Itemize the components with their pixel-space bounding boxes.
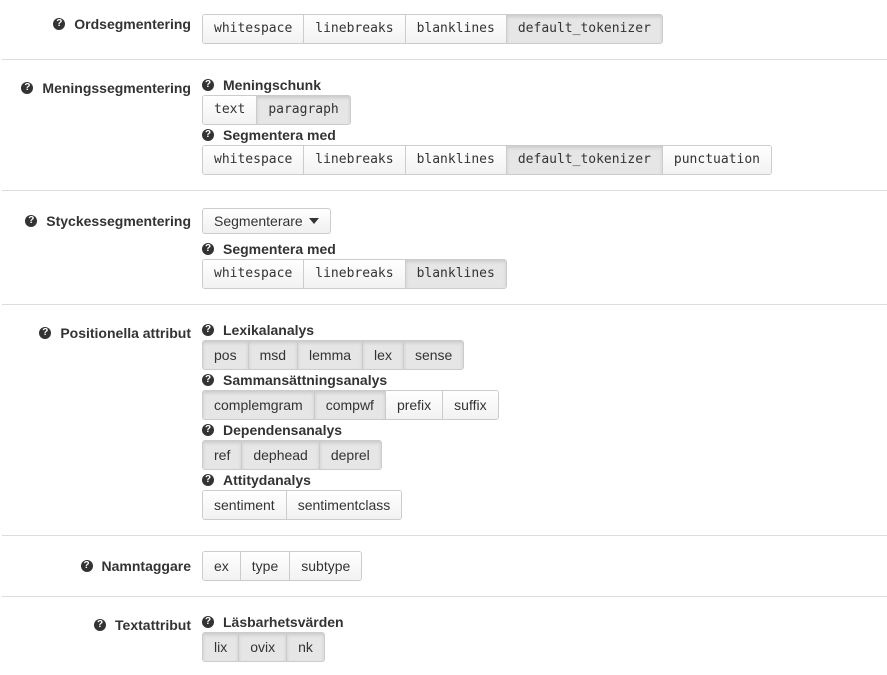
lexikalanalys-buttongroup: pos msd lemma lex sense (202, 340, 465, 370)
toggle-option-sense[interactable]: sense (403, 341, 464, 369)
toggle-option-linebreaks[interactable]: linebreaks (304, 15, 406, 43)
namntaggare-text: Namntaggare (101, 558, 191, 574)
toggle-option-type[interactable]: type (240, 552, 291, 580)
textattribut-text: Textattribut (115, 617, 191, 633)
positionella-attribut-text: Positionella attribut (60, 325, 191, 341)
help-icon[interactable]: ? (202, 324, 214, 336)
attitydanalys-label: ? Attitydanalys (202, 472, 311, 488)
positionella-attribut-label: ? Positionella attribut (39, 325, 191, 341)
toggle-option-paragraph[interactable]: paragraph (257, 96, 350, 124)
dependensanalys-buttongroup: ref dephead deprel (202, 440, 382, 470)
meningssegmentering-label: ? Meningssegmentering (21, 80, 191, 96)
lasbarhetsvarden-text: Läsbarhetsvärden (223, 614, 344, 630)
toggle-option-blanklines[interactable]: blanklines (405, 15, 507, 43)
help-icon[interactable]: ? (21, 82, 34, 94)
toggle-option-ref[interactable]: ref (203, 441, 243, 469)
meningssegmentering-buttongroup: whitespace linebreaks blanklines default_to… (202, 145, 772, 175)
toggle-option-sentimentclass[interactable]: sentimentclass (286, 491, 402, 519)
help-icon[interactable]: ? (25, 215, 38, 227)
help-icon[interactable]: ? (202, 424, 214, 436)
help-icon[interactable]: ? (202, 374, 214, 386)
toggle-option-nk[interactable]: nk (287, 633, 324, 661)
dependensanalys-label: ? Dependensanalys (202, 422, 342, 438)
segmenterare-dropdown[interactable]: Segmenterare (202, 208, 331, 234)
toggle-option-msd[interactable]: msd (248, 341, 299, 369)
meningschunk-text: Meningschunk (223, 77, 322, 93)
toggle-option-whitespace[interactable]: whitespace (203, 260, 305, 288)
segmentera-med-text: Segmentera med (223, 241, 336, 257)
toggle-option-whitespace[interactable]: whitespace (203, 15, 305, 43)
help-icon[interactable]: ? (80, 560, 93, 572)
help-icon[interactable]: ? (202, 129, 214, 141)
help-icon[interactable]: ? (94, 619, 107, 631)
help-icon[interactable]: ? (202, 616, 214, 628)
ordsegmentering-buttongroup: whitespace linebreaks blanklines default_to… (202, 14, 663, 44)
toggle-option-prefix[interactable]: prefix (385, 391, 444, 419)
toggle-option-blanklines[interactable]: blanklines (405, 146, 507, 174)
lasbarhetsvarden-buttongroup: lix ovix nk (202, 632, 325, 662)
help-icon[interactable]: ? (202, 474, 214, 486)
toggle-option-compwf[interactable]: compwf (314, 391, 386, 419)
toggle-option-deprel[interactable]: deprel (319, 441, 381, 469)
lexikalanalys-label: ? Lexikalanalys (202, 322, 314, 338)
toggle-option-ovix[interactable]: ovix (239, 633, 288, 661)
help-icon[interactable]: ? (202, 79, 214, 91)
help-icon[interactable]: ? (202, 243, 214, 255)
styckessegmentering-buttongroup: whitespace linebreaks blanklines (202, 259, 507, 289)
ordsegmentering-text: Ordsegmentering (74, 16, 191, 32)
toggle-option-suffix[interactable]: suffix (443, 391, 498, 419)
toggle-option-lex[interactable]: lex (363, 341, 404, 369)
toggle-option-dephead[interactable]: dephead (242, 441, 320, 469)
namntaggare-buttongroup: ex type subtype (202, 551, 363, 581)
attitydanalys-text: Attitydanalys (223, 472, 311, 488)
divider (2, 596, 887, 597)
sammansattningsanalys-label: ? Sammansättningsanalys (202, 372, 387, 388)
textattribut-label: ? Textattribut (94, 617, 191, 633)
toggle-option-whitespace[interactable]: whitespace (203, 146, 305, 174)
toggle-option-punctuation[interactable]: punctuation (662, 146, 771, 174)
dependensanalys-text: Dependensanalys (223, 422, 343, 438)
toggle-option-sentiment[interactable]: sentiment (203, 491, 287, 519)
help-icon[interactable]: ? (53, 18, 66, 30)
ordsegmentering-label: ? Ordsegmentering (53, 16, 191, 32)
meningschunk-label: ? Meningschunk (202, 77, 321, 93)
lasbarhetsvarden-label: ? Läsbarhetsvärden (202, 614, 344, 630)
toggle-option-lemma[interactable]: lemma (298, 341, 364, 369)
segmentera-med-label: ? Segmentera med (202, 127, 336, 143)
sammansattningsanalys-text: Sammansättningsanalys (223, 372, 388, 388)
toggle-option-pos[interactable]: pos (203, 341, 249, 369)
toggle-option-complemgram[interactable]: complemgram (203, 391, 315, 419)
toggle-option-linebreaks[interactable]: linebreaks (304, 260, 406, 288)
sammansattningsanalys-buttongroup: complemgram compwf prefix suffix (202, 390, 499, 420)
segmenterare-dropdown-label: Segmenterare (214, 213, 303, 229)
lexikalanalys-text: Lexikalanalys (223, 322, 315, 338)
meningschunk-buttongroup: text paragraph (202, 95, 351, 125)
segmentera-med-text: Segmentera med (223, 127, 336, 143)
meningssegmentering-text: Meningssegmentering (42, 80, 191, 96)
styckessegmentering-label: ? Styckessegmentering (25, 213, 191, 229)
styckessegmentering-text: Styckessegmentering (46, 213, 191, 229)
divider (2, 535, 887, 536)
divider (2, 190, 887, 191)
toggle-option-default-tokenizer[interactable]: default_tokenizer (506, 146, 663, 174)
toggle-option-default-tokenizer[interactable]: default_tokenizer (506, 15, 662, 43)
namntaggare-label: ? Namntaggare (80, 558, 191, 574)
divider (2, 304, 887, 305)
toggle-option-blanklines[interactable]: blanklines (405, 260, 506, 288)
caret-down-icon (308, 218, 319, 224)
attitydanalys-buttongroup: sentiment sentimentclass (202, 490, 403, 520)
toggle-option-subtype[interactable]: subtype (290, 552, 362, 580)
toggle-option-linebreaks[interactable]: linebreaks (304, 146, 406, 174)
help-icon[interactable]: ? (39, 327, 52, 339)
divider (2, 59, 887, 60)
segmentera-med-label: ? Segmentera med (202, 241, 336, 257)
toggle-option-ex[interactable]: ex (203, 552, 241, 580)
toggle-option-text[interactable]: text (203, 96, 258, 124)
toggle-option-lix[interactable]: lix (203, 633, 240, 661)
